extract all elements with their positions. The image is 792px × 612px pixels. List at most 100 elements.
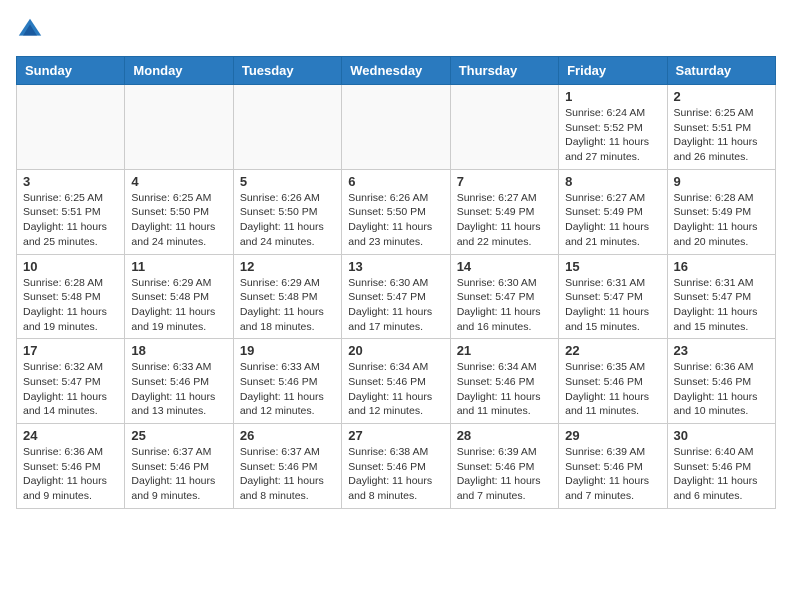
calendar-week-0: 1 Sunrise: 6:24 AM Sunset: 5:52 PM Daylig… [17, 85, 776, 170]
day-info: Sunrise: 6:25 AM Sunset: 5:51 PM Dayligh… [23, 191, 118, 250]
day-number: 29 [565, 428, 660, 443]
day-number: 8 [565, 174, 660, 189]
day-info: Sunrise: 6:27 AM Sunset: 5:49 PM Dayligh… [457, 191, 552, 250]
day-info: Sunrise: 6:34 AM Sunset: 5:46 PM Dayligh… [457, 360, 552, 419]
day-info: Sunrise: 6:25 AM Sunset: 5:51 PM Dayligh… [674, 106, 769, 165]
day-number: 7 [457, 174, 552, 189]
day-info: Sunrise: 6:31 AM Sunset: 5:47 PM Dayligh… [565, 276, 660, 335]
weekday-header-thursday: Thursday [450, 57, 558, 85]
calendar-cell [450, 85, 558, 170]
calendar-cell: 14 Sunrise: 6:30 AM Sunset: 5:47 PM Dayli… [450, 254, 558, 339]
day-number: 22 [565, 343, 660, 358]
day-info: Sunrise: 6:30 AM Sunset: 5:47 PM Dayligh… [457, 276, 552, 335]
day-number: 5 [240, 174, 335, 189]
day-number: 3 [23, 174, 118, 189]
day-info: Sunrise: 6:28 AM Sunset: 5:49 PM Dayligh… [674, 191, 769, 250]
day-number: 21 [457, 343, 552, 358]
calendar-cell [17, 85, 125, 170]
day-number: 24 [23, 428, 118, 443]
calendar-cell: 27 Sunrise: 6:38 AM Sunset: 5:46 PM Dayli… [342, 424, 450, 509]
calendar-cell: 11Sunrise: 6:29 AM Sunset: 5:48 PM Dayli… [125, 254, 233, 339]
calendar-cell: 16 Sunrise: 6:31 AM Sunset: 5:47 PM Dayli… [667, 254, 775, 339]
day-info: Sunrise: 6:29 AM Sunset: 5:48 PM Dayligh… [131, 276, 226, 335]
weekday-header-monday: Monday [125, 57, 233, 85]
weekday-header-wednesday: Wednesday [342, 57, 450, 85]
day-number: 1 [565, 89, 660, 104]
calendar-cell: 23Sunrise: 6:36 AM Sunset: 5:46 PM Dayli… [667, 339, 775, 424]
day-number: 12 [240, 259, 335, 274]
calendar-cell: 8 Sunrise: 6:27 AM Sunset: 5:49 PM Daylig… [559, 169, 667, 254]
calendar-body: 1 Sunrise: 6:24 AM Sunset: 5:52 PM Daylig… [17, 85, 776, 509]
calendar-cell: 21 Sunrise: 6:34 AM Sunset: 5:46 PM Dayli… [450, 339, 558, 424]
day-info: Sunrise: 6:29 AM Sunset: 5:48 PM Dayligh… [240, 276, 335, 335]
calendar-cell: 28 Sunrise: 6:39 AM Sunset: 5:46 PM Dayli… [450, 424, 558, 509]
calendar-cell: 7 Sunrise: 6:27 AM Sunset: 5:49 PM Daylig… [450, 169, 558, 254]
day-info: Sunrise: 6:27 AM Sunset: 5:49 PM Dayligh… [565, 191, 660, 250]
logo-icon [16, 16, 44, 44]
weekday-header-saturday: Saturday [667, 57, 775, 85]
day-number: 10 [23, 259, 118, 274]
day-info: Sunrise: 6:39 AM Sunset: 5:46 PM Dayligh… [565, 445, 660, 504]
calendar-cell: 25Sunrise: 6:37 AM Sunset: 5:46 PM Dayli… [125, 424, 233, 509]
day-number: 28 [457, 428, 552, 443]
calendar-cell: 29 Sunrise: 6:39 AM Sunset: 5:46 PM Dayli… [559, 424, 667, 509]
calendar-cell: 6 Sunrise: 6:26 AM Sunset: 5:50 PM Daylig… [342, 169, 450, 254]
calendar-week-1: 3 Sunrise: 6:25 AM Sunset: 5:51 PM Daylig… [17, 169, 776, 254]
day-info: Sunrise: 6:24 AM Sunset: 5:52 PM Dayligh… [565, 106, 660, 165]
logo [16, 16, 48, 44]
day-number: 9 [674, 174, 769, 189]
day-info: Sunrise: 6:35 AM Sunset: 5:46 PM Dayligh… [565, 360, 660, 419]
day-info: Sunrise: 6:40 AM Sunset: 5:46 PM Dayligh… [674, 445, 769, 504]
day-number: 30 [674, 428, 769, 443]
calendar-cell: 13 Sunrise: 6:30 AM Sunset: 5:47 PM Dayli… [342, 254, 450, 339]
day-number: 20 [348, 343, 443, 358]
day-info: Sunrise: 6:25 AM Sunset: 5:50 PM Dayligh… [131, 191, 226, 250]
calendar-week-3: 17 Sunrise: 6:32 AM Sunset: 5:47 PM Dayli… [17, 339, 776, 424]
day-info: Sunrise: 6:34 AM Sunset: 5:46 PM Dayligh… [348, 360, 443, 419]
calendar-cell: 19 Sunrise: 6:33 AM Sunset: 5:46 PM Dayli… [233, 339, 341, 424]
calendar-cell: 22 Sunrise: 6:35 AM Sunset: 5:46 PM Dayli… [559, 339, 667, 424]
calendar-cell: 20 Sunrise: 6:34 AM Sunset: 5:46 PM Dayli… [342, 339, 450, 424]
calendar-cell: 12 Sunrise: 6:29 AM Sunset: 5:48 PM Dayli… [233, 254, 341, 339]
weekday-header-friday: Friday [559, 57, 667, 85]
day-info: Sunrise: 6:33 AM Sunset: 5:46 PM Dayligh… [240, 360, 335, 419]
weekday-header-row: SundayMondayTuesdayWednesdayThursdayFrid… [17, 57, 776, 85]
day-number: 25 [131, 428, 226, 443]
calendar-cell: 9 Sunrise: 6:28 AM Sunset: 5:49 PM Daylig… [667, 169, 775, 254]
calendar-cell: 10Sunrise: 6:28 AM Sunset: 5:48 PM Dayli… [17, 254, 125, 339]
day-number: 26 [240, 428, 335, 443]
calendar-cell [233, 85, 341, 170]
day-info: Sunrise: 6:39 AM Sunset: 5:46 PM Dayligh… [457, 445, 552, 504]
page-header [16, 16, 776, 44]
day-number: 27 [348, 428, 443, 443]
calendar-cell: 15 Sunrise: 6:31 AM Sunset: 5:47 PM Dayli… [559, 254, 667, 339]
day-number: 13 [348, 259, 443, 274]
calendar-cell: 24Sunrise: 6:36 AM Sunset: 5:46 PM Dayli… [17, 424, 125, 509]
day-info: Sunrise: 6:38 AM Sunset: 5:46 PM Dayligh… [348, 445, 443, 504]
day-info: Sunrise: 6:37 AM Sunset: 5:46 PM Dayligh… [240, 445, 335, 504]
calendar-cell: 26 Sunrise: 6:37 AM Sunset: 5:46 PM Dayli… [233, 424, 341, 509]
calendar-cell [342, 85, 450, 170]
day-number: 19 [240, 343, 335, 358]
day-info: Sunrise: 6:32 AM Sunset: 5:47 PM Dayligh… [23, 360, 118, 419]
calendar-cell: 2Sunrise: 6:25 AM Sunset: 5:51 PM Daylig… [667, 85, 775, 170]
day-number: 14 [457, 259, 552, 274]
day-info: Sunrise: 6:26 AM Sunset: 5:50 PM Dayligh… [240, 191, 335, 250]
day-info: Sunrise: 6:26 AM Sunset: 5:50 PM Dayligh… [348, 191, 443, 250]
calendar-week-4: 24Sunrise: 6:36 AM Sunset: 5:46 PM Dayli… [17, 424, 776, 509]
day-number: 6 [348, 174, 443, 189]
day-number: 23 [674, 343, 769, 358]
day-info: Sunrise: 6:31 AM Sunset: 5:47 PM Dayligh… [674, 276, 769, 335]
day-number: 4 [131, 174, 226, 189]
day-number: 18 [131, 343, 226, 358]
day-number: 17 [23, 343, 118, 358]
day-number: 16 [674, 259, 769, 274]
calendar-header: SundayMondayTuesdayWednesdayThursdayFrid… [17, 57, 776, 85]
calendar-week-2: 10Sunrise: 6:28 AM Sunset: 5:48 PM Dayli… [17, 254, 776, 339]
day-number: 15 [565, 259, 660, 274]
calendar-cell: 18 Sunrise: 6:33 AM Sunset: 5:46 PM Dayli… [125, 339, 233, 424]
weekday-header-sunday: Sunday [17, 57, 125, 85]
day-info: Sunrise: 6:33 AM Sunset: 5:46 PM Dayligh… [131, 360, 226, 419]
calendar-cell: 3 Sunrise: 6:25 AM Sunset: 5:51 PM Daylig… [17, 169, 125, 254]
day-info: Sunrise: 6:30 AM Sunset: 5:47 PM Dayligh… [348, 276, 443, 335]
